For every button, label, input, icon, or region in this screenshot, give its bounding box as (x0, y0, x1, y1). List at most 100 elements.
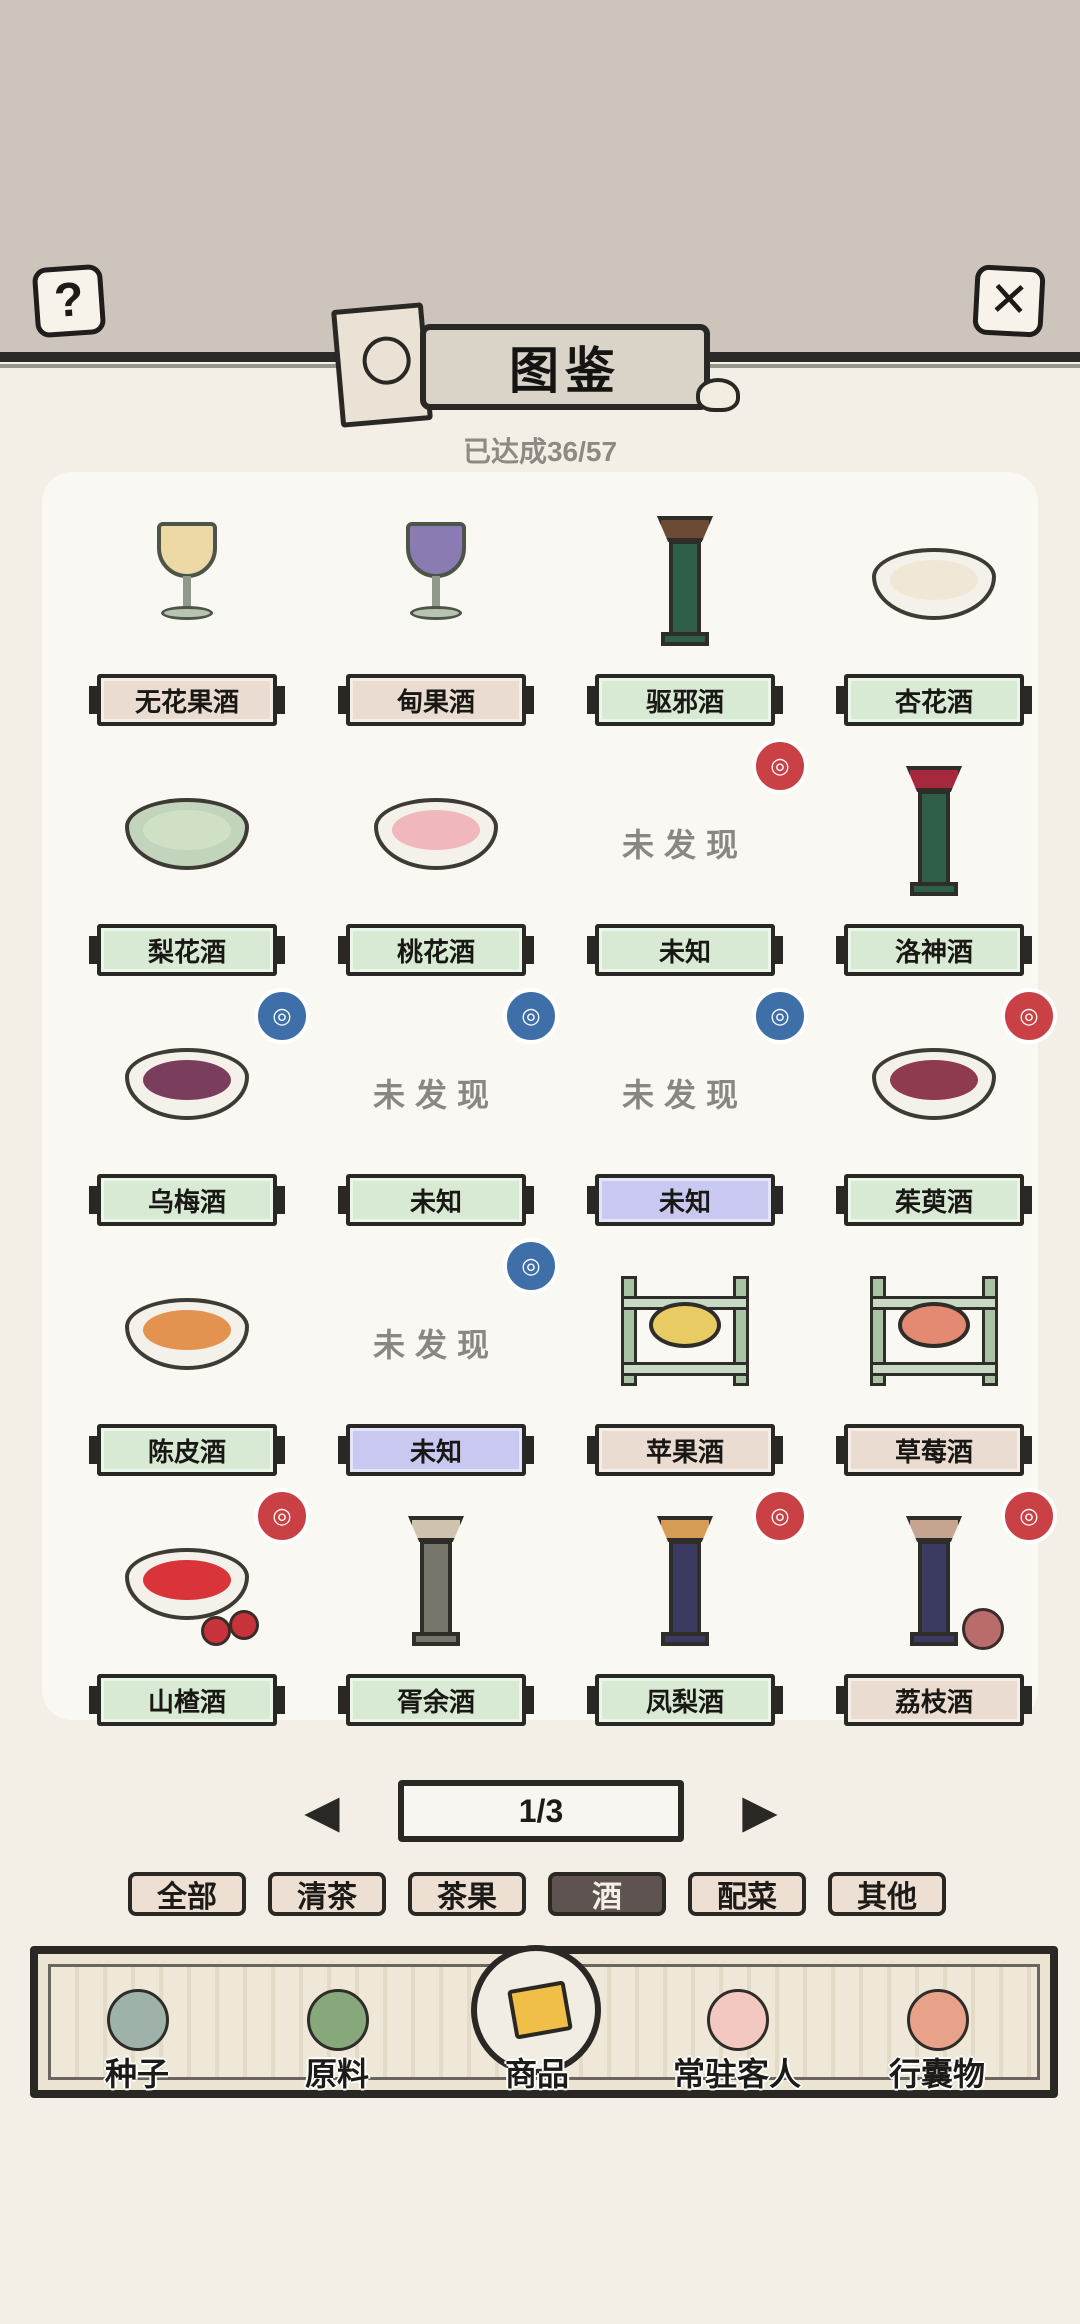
nav-item[interactable]: 种子 (57, 1967, 217, 2103)
collection-item[interactable]: 未发现 ◎ 未知 (311, 988, 561, 1244)
item-name-plate: 陈皮酒 (89, 1424, 285, 1476)
collection-item[interactable]: ◎ 凤梨酒 (560, 1488, 810, 1744)
girl-avatar-icon (707, 1989, 769, 2051)
collection-item[interactable]: 苹果酒 (560, 1244, 810, 1494)
red-seal-badge-icon: ◎ (1001, 1488, 1057, 1544)
goblet-icon (117, 512, 257, 652)
nav-item-label: 商品 (504, 2056, 569, 2092)
blue-seal-badge-icon: ◎ (503, 988, 559, 1044)
red-seal-badge-icon: ◎ (752, 738, 808, 794)
question-icon: ? (52, 273, 86, 328)
collection-item[interactable]: 无花果酒 (62, 494, 312, 744)
collection-item[interactable]: 甸果酒 (311, 494, 561, 744)
bowl-icon (117, 1012, 257, 1152)
collection-item[interactable]: ◎ 茱萸酒 (809, 988, 1059, 1244)
collection-item[interactable]: 驱邪酒 (560, 494, 810, 744)
stand-icon (615, 1262, 755, 1402)
item-name-plate: 洛神酒 (836, 924, 1032, 976)
item-name-plate: 荔枝酒 (836, 1674, 1032, 1726)
page-number: 1/3 (518, 1792, 564, 1829)
collection-item[interactable]: 杏花酒 (809, 494, 1059, 744)
bowl-icon (366, 762, 506, 902)
collection-grid: 无花果酒 甸果酒 驱邪酒 杏花酒 梨花酒 桃花酒 未发现 ◎ 未知 洛神酒 ◎ 乌梅酒 未发现 ◎ 未知 未发… (42, 472, 1057, 1726)
category-tab[interactable]: 茶果 (408, 1872, 526, 1916)
prev-page-arrow-icon[interactable]: ◀ (282, 1780, 362, 1842)
next-page-arrow-icon[interactable]: ▶ (720, 1780, 800, 1842)
undiscovered-label: 未发现 (372, 1327, 499, 1363)
nav-item-label: 种子 (104, 2056, 169, 2092)
item-name-plate: 未知 (338, 1174, 534, 1226)
bowl-icon (117, 1512, 259, 1652)
item-name-plate: 乌梅酒 (89, 1174, 285, 1226)
red-seal-badge-icon: ◎ (254, 1488, 310, 1544)
red-seal-badge-icon: ◎ (752, 1488, 808, 1544)
vase-icon (864, 1512, 1004, 1652)
vase-icon (366, 1512, 506, 1652)
undiscovered-label: 未发现 (372, 1077, 499, 1113)
collection-item[interactable]: 未发现 ◎ 未知 (560, 738, 810, 994)
vase-icon (864, 762, 1004, 902)
red-seal-badge-icon: ◎ (1001, 988, 1057, 1044)
close-icon: ✕ (987, 272, 1031, 329)
item-name-plate: 杏花酒 (836, 674, 1032, 726)
item-name-plate: 梨花酒 (89, 924, 285, 976)
collection-item[interactable]: 陈皮酒 (62, 1244, 312, 1494)
bottom-nav-inner: 种子 原料 商品 常驻客人 行囊物 (48, 1945, 1040, 2092)
bottom-nav: 种子 原料 商品 常驻客人 行囊物 (30, 1945, 1058, 2098)
title-banner: 图鉴 (331, 300, 740, 430)
item-name-plate: 凤梨酒 (587, 1674, 783, 1726)
category-tab[interactable]: 清茶 (268, 1872, 386, 1916)
title-scroll: 图鉴 (420, 324, 710, 410)
blue-seal-badge-icon: ◎ (752, 988, 808, 1044)
collection-item[interactable]: 洛神酒 (809, 744, 1059, 994)
bowl-icon (117, 1262, 257, 1402)
category-tab[interactable]: 其他 (828, 1872, 946, 1916)
blue-seal-badge-icon: ◎ (254, 988, 310, 1044)
nav-item[interactable]: 常驻客人 (657, 1967, 817, 2103)
undiscovered-label: 未发现 (621, 827, 748, 863)
nav-item-label: 行囊物 (888, 2056, 985, 2092)
nav-item[interactable]: 商品 (457, 1945, 617, 2103)
robe-icon (907, 1989, 969, 2051)
close-button[interactable]: ✕ (972, 264, 1046, 338)
book-icon (331, 302, 433, 428)
collection-item[interactable]: 梨花酒 (62, 744, 312, 994)
item-name-plate: 无花果酒 (89, 674, 285, 726)
item-name-plate: 桃花酒 (338, 924, 534, 976)
category-tab[interactable]: 酒 (548, 1872, 666, 1916)
category-tab[interactable]: 配菜 (688, 1872, 806, 1916)
collection-progress: 已达成36/57 (462, 436, 618, 467)
collection-item[interactable]: ◎ 山楂酒 (62, 1488, 312, 1744)
category-tab[interactable]: 全部 (128, 1872, 246, 1916)
vase-icon (615, 512, 755, 652)
teacup-icon (117, 762, 257, 902)
nav-item-label: 常驻客人 (672, 2056, 801, 2092)
flower-icon (696, 378, 740, 412)
page-title: 图鉴 (509, 343, 621, 399)
goblet-icon (366, 512, 506, 652)
help-button[interactable]: ? (31, 263, 107, 339)
item-name-plate: 未知 (338, 1424, 534, 1476)
collection-item[interactable]: ◎ 荔枝酒 (809, 1488, 1059, 1744)
collection-item[interactable]: 未发现 ◎ 未知 (311, 1238, 561, 1494)
collection-item[interactable]: 草莓酒 (809, 1244, 1059, 1494)
nav-item-label: 原料 (304, 2056, 369, 2092)
collection-item[interactable]: 未发现 ◎ 未知 (560, 988, 810, 1244)
page-indicator: 1/3 (398, 1780, 684, 1842)
jar-icon (107, 1989, 169, 2051)
item-name-plate: 茱萸酒 (836, 1174, 1032, 1226)
stand-icon (864, 1262, 1004, 1402)
bowl-icon (864, 1012, 1004, 1152)
bowl-icon (864, 512, 1004, 652)
collection-item[interactable]: 胥余酒 (311, 1494, 561, 1744)
nav-item[interactable]: 行囊物 (857, 1967, 1017, 2103)
item-name-plate: 未知 (587, 924, 783, 976)
undiscovered-label: 未发现 (621, 1077, 748, 1113)
item-name-plate: 甸果酒 (338, 674, 534, 726)
nav-item[interactable]: 原料 (257, 1967, 417, 2103)
collection-item[interactable]: 桃花酒 (311, 744, 561, 994)
blue-seal-badge-icon: ◎ (503, 1238, 559, 1294)
item-name-plate: 草莓酒 (836, 1424, 1032, 1476)
collection-item[interactable]: ◎ 乌梅酒 (62, 988, 312, 1244)
item-name-plate: 驱邪酒 (587, 674, 783, 726)
